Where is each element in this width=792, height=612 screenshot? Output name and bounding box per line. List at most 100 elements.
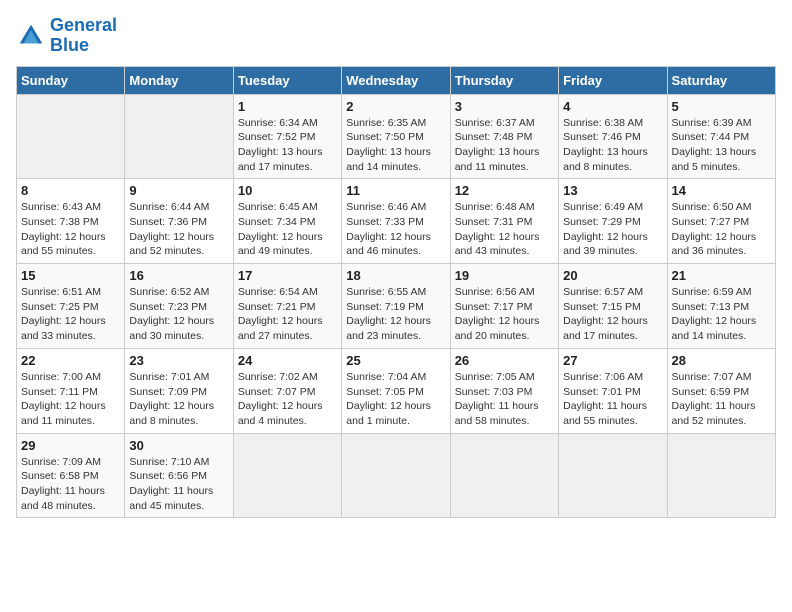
day-number: 10 [238, 183, 337, 198]
calendar-cell: 21 Sunrise: 6:59 AM Sunset: 7:13 PM Dayl… [667, 264, 775, 349]
day-number: 27 [563, 353, 662, 368]
day-info: Sunrise: 6:44 AM Sunset: 7:36 PM Dayligh… [129, 200, 228, 259]
calendar-cell [667, 433, 775, 518]
calendar-cell [233, 433, 341, 518]
calendar-cell: 29 Sunrise: 7:09 AM Sunset: 6:58 PM Dayl… [17, 433, 125, 518]
weekday-header-row: SundayMondayTuesdayWednesdayThursdayFrid… [17, 66, 776, 94]
calendar-week-row: 1 Sunrise: 6:34 AM Sunset: 7:52 PM Dayli… [17, 94, 776, 179]
day-number: 20 [563, 268, 662, 283]
day-info: Sunrise: 6:59 AM Sunset: 7:13 PM Dayligh… [672, 285, 771, 344]
weekday-header-cell: Thursday [450, 66, 558, 94]
day-info: Sunrise: 6:57 AM Sunset: 7:15 PM Dayligh… [563, 285, 662, 344]
day-info: Sunrise: 6:38 AM Sunset: 7:46 PM Dayligh… [563, 116, 662, 175]
day-info: Sunrise: 6:46 AM Sunset: 7:33 PM Dayligh… [346, 200, 445, 259]
day-info: Sunrise: 6:55 AM Sunset: 7:19 PM Dayligh… [346, 285, 445, 344]
day-info: Sunrise: 6:37 AM Sunset: 7:48 PM Dayligh… [455, 116, 554, 175]
weekday-header-cell: Sunday [17, 66, 125, 94]
calendar-cell: 12 Sunrise: 6:48 AM Sunset: 7:31 PM Dayl… [450, 179, 558, 264]
calendar-cell [342, 433, 450, 518]
day-number: 28 [672, 353, 771, 368]
day-info: Sunrise: 7:02 AM Sunset: 7:07 PM Dayligh… [238, 370, 337, 429]
calendar-cell [125, 94, 233, 179]
calendar-cell: 3 Sunrise: 6:37 AM Sunset: 7:48 PM Dayli… [450, 94, 558, 179]
calendar-cell: 4 Sunrise: 6:38 AM Sunset: 7:46 PM Dayli… [559, 94, 667, 179]
calendar-week-row: 8 Sunrise: 6:43 AM Sunset: 7:38 PM Dayli… [17, 179, 776, 264]
calendar-cell: 27 Sunrise: 7:06 AM Sunset: 7:01 PM Dayl… [559, 348, 667, 433]
weekday-header-cell: Wednesday [342, 66, 450, 94]
day-info: Sunrise: 6:48 AM Sunset: 7:31 PM Dayligh… [455, 200, 554, 259]
day-info: Sunrise: 6:49 AM Sunset: 7:29 PM Dayligh… [563, 200, 662, 259]
day-number: 3 [455, 99, 554, 114]
day-number: 4 [563, 99, 662, 114]
day-number: 5 [672, 99, 771, 114]
day-number: 19 [455, 268, 554, 283]
calendar-cell: 30 Sunrise: 7:10 AM Sunset: 6:56 PM Dayl… [125, 433, 233, 518]
logo: General Blue [16, 16, 117, 56]
day-number: 9 [129, 183, 228, 198]
weekday-header-cell: Tuesday [233, 66, 341, 94]
calendar-cell: 24 Sunrise: 7:02 AM Sunset: 7:07 PM Dayl… [233, 348, 341, 433]
day-number: 17 [238, 268, 337, 283]
logo-text: General Blue [50, 16, 117, 56]
day-number: 29 [21, 438, 120, 453]
calendar-cell: 19 Sunrise: 6:56 AM Sunset: 7:17 PM Dayl… [450, 264, 558, 349]
weekday-header-cell: Monday [125, 66, 233, 94]
day-number: 16 [129, 268, 228, 283]
calendar-cell: 16 Sunrise: 6:52 AM Sunset: 7:23 PM Dayl… [125, 264, 233, 349]
calendar-cell: 1 Sunrise: 6:34 AM Sunset: 7:52 PM Dayli… [233, 94, 341, 179]
day-info: Sunrise: 6:56 AM Sunset: 7:17 PM Dayligh… [455, 285, 554, 344]
day-info: Sunrise: 6:43 AM Sunset: 7:38 PM Dayligh… [21, 200, 120, 259]
day-number: 11 [346, 183, 445, 198]
calendar-cell: 15 Sunrise: 6:51 AM Sunset: 7:25 PM Dayl… [17, 264, 125, 349]
calendar-cell: 13 Sunrise: 6:49 AM Sunset: 7:29 PM Dayl… [559, 179, 667, 264]
day-number: 30 [129, 438, 228, 453]
calendar-cell [450, 433, 558, 518]
day-number: 12 [455, 183, 554, 198]
weekday-header-cell: Friday [559, 66, 667, 94]
calendar-cell: 20 Sunrise: 6:57 AM Sunset: 7:15 PM Dayl… [559, 264, 667, 349]
day-info: Sunrise: 6:35 AM Sunset: 7:50 PM Dayligh… [346, 116, 445, 175]
calendar-cell: 22 Sunrise: 7:00 AM Sunset: 7:11 PM Dayl… [17, 348, 125, 433]
calendar-cell: 14 Sunrise: 6:50 AM Sunset: 7:27 PM Dayl… [667, 179, 775, 264]
day-number: 8 [21, 183, 120, 198]
logo-icon [16, 21, 46, 51]
day-info: Sunrise: 6:54 AM Sunset: 7:21 PM Dayligh… [238, 285, 337, 344]
calendar-body: 1 Sunrise: 6:34 AM Sunset: 7:52 PM Dayli… [17, 94, 776, 518]
calendar-cell: 9 Sunrise: 6:44 AM Sunset: 7:36 PM Dayli… [125, 179, 233, 264]
day-info: Sunrise: 6:52 AM Sunset: 7:23 PM Dayligh… [129, 285, 228, 344]
day-info: Sunrise: 7:04 AM Sunset: 7:05 PM Dayligh… [346, 370, 445, 429]
page-header: General Blue [16, 16, 776, 56]
calendar-table: SundayMondayTuesdayWednesdayThursdayFrid… [16, 66, 776, 519]
day-info: Sunrise: 7:06 AM Sunset: 7:01 PM Dayligh… [563, 370, 662, 429]
day-info: Sunrise: 6:51 AM Sunset: 7:25 PM Dayligh… [21, 285, 120, 344]
day-number: 1 [238, 99, 337, 114]
day-number: 15 [21, 268, 120, 283]
calendar-cell [559, 433, 667, 518]
day-number: 24 [238, 353, 337, 368]
day-number: 23 [129, 353, 228, 368]
day-info: Sunrise: 6:45 AM Sunset: 7:34 PM Dayligh… [238, 200, 337, 259]
day-info: Sunrise: 7:07 AM Sunset: 6:59 PM Dayligh… [672, 370, 771, 429]
calendar-cell: 17 Sunrise: 6:54 AM Sunset: 7:21 PM Dayl… [233, 264, 341, 349]
calendar-cell: 23 Sunrise: 7:01 AM Sunset: 7:09 PM Dayl… [125, 348, 233, 433]
weekday-header-cell: Saturday [667, 66, 775, 94]
calendar-week-row: 22 Sunrise: 7:00 AM Sunset: 7:11 PM Dayl… [17, 348, 776, 433]
calendar-cell: 5 Sunrise: 6:39 AM Sunset: 7:44 PM Dayli… [667, 94, 775, 179]
calendar-cell: 25 Sunrise: 7:04 AM Sunset: 7:05 PM Dayl… [342, 348, 450, 433]
day-number: 13 [563, 183, 662, 198]
day-number: 21 [672, 268, 771, 283]
calendar-cell [17, 94, 125, 179]
calendar-cell: 28 Sunrise: 7:07 AM Sunset: 6:59 PM Dayl… [667, 348, 775, 433]
day-info: Sunrise: 6:39 AM Sunset: 7:44 PM Dayligh… [672, 116, 771, 175]
day-info: Sunrise: 7:00 AM Sunset: 7:11 PM Dayligh… [21, 370, 120, 429]
calendar-cell: 10 Sunrise: 6:45 AM Sunset: 7:34 PM Dayl… [233, 179, 341, 264]
calendar-cell: 26 Sunrise: 7:05 AM Sunset: 7:03 PM Dayl… [450, 348, 558, 433]
calendar-week-row: 15 Sunrise: 6:51 AM Sunset: 7:25 PM Dayl… [17, 264, 776, 349]
day-number: 2 [346, 99, 445, 114]
day-number: 26 [455, 353, 554, 368]
calendar-cell: 2 Sunrise: 6:35 AM Sunset: 7:50 PM Dayli… [342, 94, 450, 179]
day-info: Sunrise: 6:50 AM Sunset: 7:27 PM Dayligh… [672, 200, 771, 259]
day-info: Sunrise: 7:09 AM Sunset: 6:58 PM Dayligh… [21, 455, 120, 514]
day-number: 14 [672, 183, 771, 198]
calendar-week-row: 29 Sunrise: 7:09 AM Sunset: 6:58 PM Dayl… [17, 433, 776, 518]
